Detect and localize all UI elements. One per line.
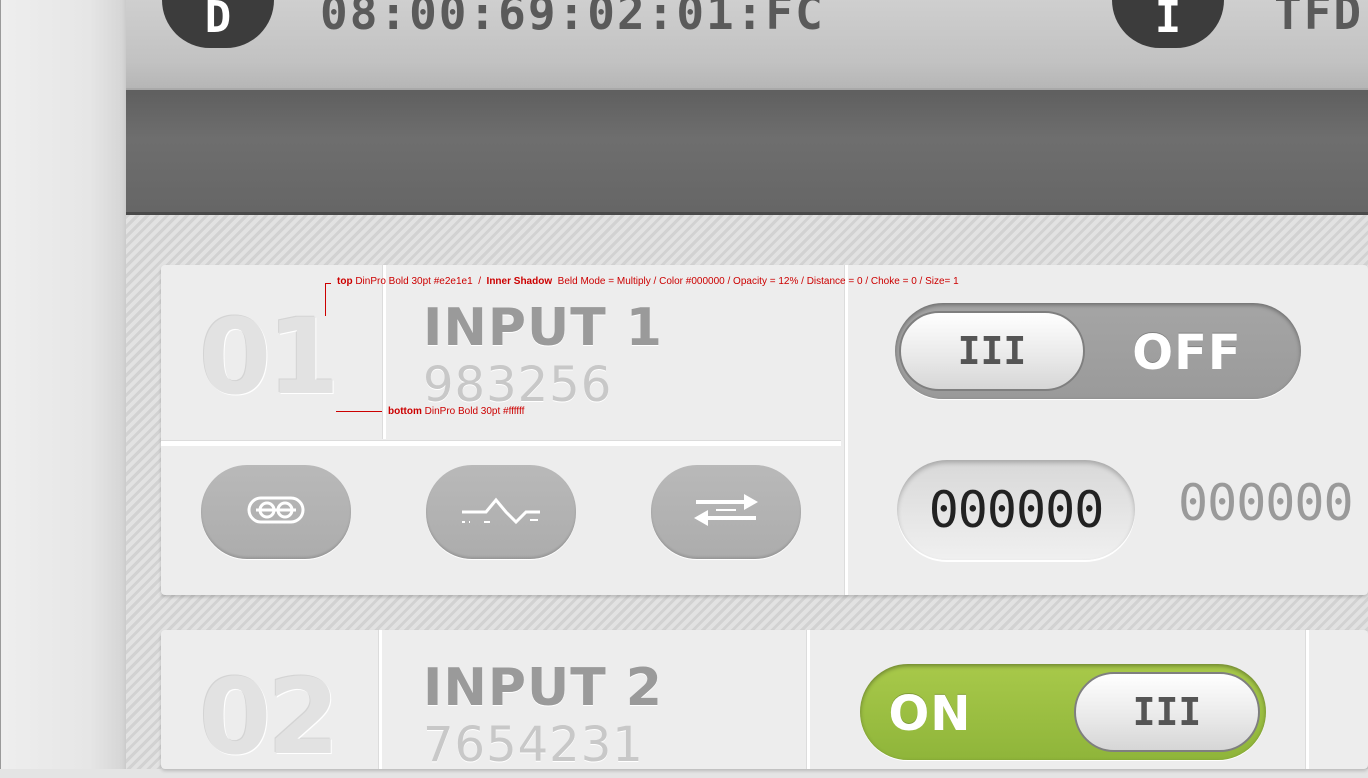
divider (845, 265, 848, 595)
link-button[interactable] (201, 465, 351, 559)
annotation-line (325, 283, 331, 284)
counter-display[interactable]: 000000 (897, 460, 1135, 560)
divider (379, 630, 382, 769)
top-header-bar: D 08:00:69:02:01:FC I TFD (126, 0, 1368, 90)
divider (383, 265, 386, 439)
divider (161, 440, 841, 446)
annotation-line (336, 411, 382, 412)
toggle-knob[interactable]: III (899, 311, 1085, 391)
toggle-state-label: OFF (1132, 325, 1242, 381)
toggle-state-label: ON (888, 686, 972, 742)
mac-address-text: 08:00:69:02:01:FC (320, 0, 825, 40)
annotation-bottom: bottom DinPro Bold 30pt #ffffff (388, 406, 525, 417)
annotation-line (325, 283, 326, 316)
header-text-right: TFD (1274, 0, 1364, 40)
channel-number: 02 (199, 656, 340, 778)
input-title: INPUT 1 (423, 298, 663, 358)
channel-2-toggle[interactable]: ON III (860, 664, 1266, 760)
device-badge-right: I (1112, 0, 1224, 48)
counter-value: 000000 (928, 481, 1105, 539)
channel-number: 01 (199, 296, 340, 418)
waveform-icon (456, 490, 546, 534)
device-badge-left: D (162, 0, 274, 48)
channel-1-toggle[interactable]: III OFF (895, 303, 1301, 399)
left-panel-edge (0, 0, 127, 769)
dark-toolbar-band (126, 90, 1368, 215)
waveform-button[interactable] (426, 465, 576, 559)
swap-button[interactable] (651, 465, 801, 559)
link-icon (246, 490, 306, 534)
divider (1306, 630, 1309, 769)
input-code: 983256 (423, 357, 613, 413)
swap-arrows-icon (686, 488, 766, 536)
input-code: 7654231 (423, 717, 644, 773)
counter-secondary: 000000 (1178, 474, 1354, 532)
annotation-top: top DinPro Bold 30pt #e2e1e1 / Inner Sha… (337, 276, 959, 287)
input-title: INPUT 2 (423, 658, 663, 718)
toggle-knob[interactable]: III (1074, 672, 1260, 752)
divider (807, 630, 810, 769)
